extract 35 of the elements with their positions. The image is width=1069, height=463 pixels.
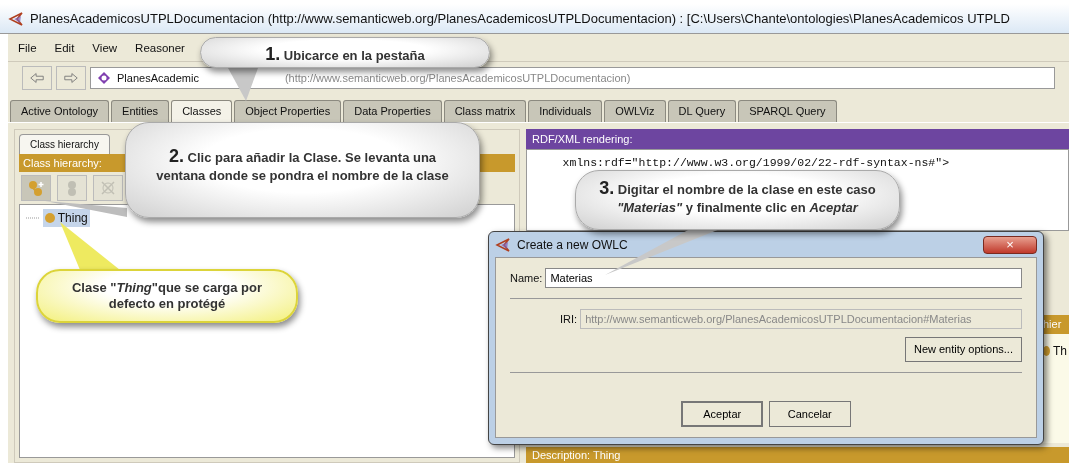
panel-header: RDF/XML rendering: xyxy=(526,128,1069,149)
code-line: xmlns:rdf="http://www.w3.org/1999/02/22-rdf-syntax-ns#"> xyxy=(561,155,951,171)
options-button[interactable]: New entity options... xyxy=(904,337,1022,362)
iri-field: http://www.semanticweb.org/PlanesAcademicosUTPLDocumentacion#Materias xyxy=(580,309,1022,329)
callout-text: Clase "Thing"que se carga por defecto en protégé xyxy=(36,269,298,323)
ontology-name: PlanesAcademic xyxy=(117,70,199,86)
tab[interactable]: Entities xyxy=(111,100,170,122)
panel-header: Description: Thing xyxy=(526,446,1069,463)
tab[interactable]: DL Query xyxy=(667,100,737,122)
tab[interactable]: OWLViz xyxy=(604,100,666,122)
callout-text: 1. Ubicarce en la pestaña xyxy=(200,37,490,68)
tab[interactable]: Active Ontology xyxy=(10,100,110,122)
tab[interactable]: Object Properties xyxy=(234,100,342,122)
menu-item[interactable]: Reasoner xyxy=(135,40,185,55)
tab[interactable]: Data Properties xyxy=(343,100,442,122)
ontology-iri: (http://www.semanticweb.org/PlanesAcademicosUTPLDocumentacion) xyxy=(284,70,631,86)
dialog-title: Create a new OWLC xyxy=(517,236,628,254)
menu-item[interactable]: Edit xyxy=(54,40,75,55)
field-label: Name: xyxy=(510,270,543,286)
tree-node[interactable]: Thing xyxy=(42,209,90,227)
callout-text: 3. Digitar el nombre de la clase en este caso "Materias" y finalmente clic en Aceptar xyxy=(575,170,900,230)
callout-text: 2. Clic para añadir la Clase. Se levanta una ventana donde se pondra el nombre de la clase xyxy=(125,122,480,218)
tab[interactable]: Class matrix xyxy=(443,100,527,122)
field-label: IRI: xyxy=(560,311,578,327)
ok-button[interactable]: Aceptar xyxy=(681,400,764,427)
window-title: PlanesAcademicosUTPLDocumentacion (http://www.semanticweb.org/PlanesAcademicosUTPLDocumentacion) : [C:\Users\Chante\ontologies\PlanesAcademicos UTPLD xyxy=(30,9,1010,28)
menu-item[interactable]: File xyxy=(18,40,37,55)
name-field[interactable]: Materias xyxy=(545,268,1022,288)
tab[interactable]: Classes xyxy=(171,100,233,122)
tab[interactable]: Individuals xyxy=(528,100,603,122)
cancel-button[interactable]: Cancelar xyxy=(768,400,851,427)
panel-tab[interactable]: Class hierarchy xyxy=(19,133,110,154)
menu-item[interactable]: View xyxy=(92,40,118,55)
tab[interactable]: SPARQL Query xyxy=(738,100,837,122)
address-field[interactable]: PlanesAcademic (http://www.semanticweb.org/PlanesAcademicosUTPLDocumentacion) xyxy=(90,67,1055,89)
